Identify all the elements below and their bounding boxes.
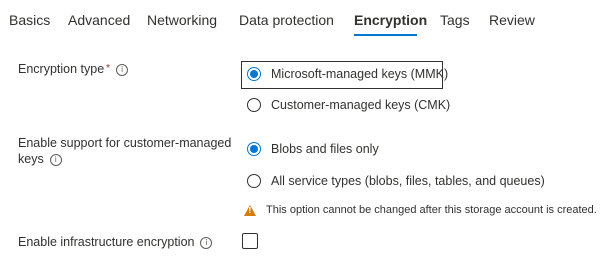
- info-icon[interactable]: i: [200, 236, 213, 249]
- tab-encryption[interactable]: Encryption: [354, 12, 427, 28]
- tab-bar: Basics Advanced Networking Data protecti…: [0, 0, 614, 41]
- tab-networking[interactable]: Networking: [147, 12, 217, 28]
- required-asterisk: *: [106, 63, 111, 74]
- active-tab-indicator: [354, 34, 417, 36]
- cmk-support-label-line2: keys: [18, 152, 44, 166]
- infrastructure-encryption-label: Enable infrastructure encryption i: [18, 234, 213, 250]
- radio-blobs-and-files[interactable]: Blobs and files only: [247, 142, 379, 156]
- infrastructure-encryption-checkbox[interactable]: [242, 233, 258, 249]
- radio-label: Customer-managed keys (CMK): [271, 98, 451, 112]
- encryption-type-text: Encryption type: [18, 62, 105, 76]
- tab-review[interactable]: Review: [489, 12, 535, 28]
- cmk-support-label: Enable support for customer-managed keys…: [18, 135, 231, 167]
- radio-customer-managed-keys[interactable]: Customer-managed keys (CMK): [247, 98, 450, 112]
- encryption-type-label: Encryption type * i: [18, 61, 129, 77]
- radio-label: Microsoft-managed keys (MMK): [271, 67, 449, 81]
- warning-text: This option cannot be changed after this…: [266, 204, 597, 216]
- tab-basics[interactable]: Basics: [9, 12, 50, 28]
- radio-all-service-types[interactable]: All service types (blobs, files, tables,…: [247, 174, 545, 188]
- tab-tags[interactable]: Tags: [440, 12, 470, 28]
- radio-button-selected[interactable]: [247, 142, 261, 156]
- info-icon[interactable]: i: [49, 153, 62, 166]
- radio-button[interactable]: [247, 98, 261, 112]
- warning-message: This option cannot be changed after this…: [244, 204, 597, 216]
- radio-label: Blobs and files only: [271, 142, 379, 156]
- infrastructure-encryption-text: Enable infrastructure encryption: [18, 235, 195, 249]
- tab-data-protection[interactable]: Data protection: [239, 12, 334, 28]
- cmk-support-label-line1: Enable support for customer-managed: [18, 136, 232, 150]
- info-icon[interactable]: i: [116, 63, 129, 76]
- radio-label: All service types (blobs, files, tables,…: [271, 174, 545, 188]
- tab-advanced[interactable]: Advanced: [68, 12, 130, 28]
- warning-icon: [244, 204, 256, 216]
- radio-button[interactable]: [247, 174, 261, 188]
- radio-microsoft-managed-keys[interactable]: Microsoft-managed keys (MMK): [247, 67, 448, 81]
- radio-button-selected[interactable]: [247, 67, 261, 81]
